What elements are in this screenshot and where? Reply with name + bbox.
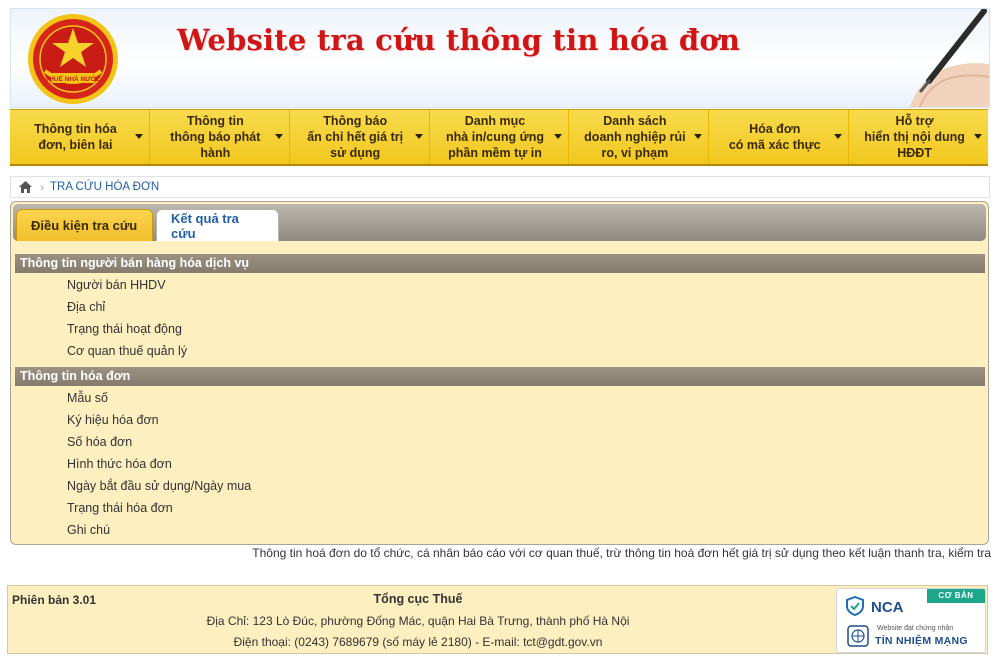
nav-expired-notice[interactable]: Thông báo ấn chỉ hết giá trị sử dụng (290, 110, 430, 164)
nav-label: Thông báo ấn chỉ hết giá trị sử dụng (307, 114, 404, 160)
site-title: Website tra cứu thông tin hóa đơn (177, 23, 741, 57)
nav-risk-enterprises[interactable]: Danh sách doanh nghiệp rủi ro, vi phạm (569, 110, 710, 164)
main-nav: Thông tin hóa đơn, biên lai Thông tin th… (10, 109, 988, 166)
disclaimer-notice: Thông tin hoá đơn do tổ chức, cá nhân bá… (252, 546, 991, 560)
nav-printer-list[interactable]: Danh mục nhà in/cung ứng phần mềm tự in (430, 110, 570, 164)
seller-section-header: Thông tin người bán hàng hóa dịch vụ (15, 254, 985, 273)
field-invoice-number: Số hóa đơn (67, 435, 133, 449)
field-start-date: Ngày bắt đầu sử dụng/Ngày mua (67, 479, 252, 493)
nca-logo: NCA (871, 599, 904, 616)
field-form-number: Mẫu số (67, 391, 108, 405)
field-seller-name: Người bán HHDV (67, 278, 166, 292)
nav-label: Hóa đơn có mã xác thực (728, 122, 821, 152)
nav-einvoice-support[interactable]: Hỗ trợ hiển thị nội dung HĐĐT (849, 110, 988, 164)
nca-title: TÍN NHIỆM MẠNG (875, 635, 968, 647)
tax-emblem-logo: THUẾ NHÀ NƯỚC (28, 14, 118, 104)
field-tax-authority: Cơ quan thuế quản lý (67, 344, 188, 358)
tab-bar: Điều kiện tra cứu Kết quả tra cứu (13, 204, 986, 241)
footer-org: Tổng cục Thuế (373, 592, 463, 606)
field-notes: Ghi chú (67, 523, 111, 537)
field-invoice-symbol: Ký hiệu hóa đơn (67, 413, 159, 427)
pen-hand-illustration (909, 9, 989, 107)
chevron-down-icon (834, 134, 843, 139)
field-invoice-status: Trạng thái hóa đơn (67, 501, 173, 515)
results-panel: Điều kiện tra cứu Kết quả tra cứu Thông … (10, 201, 989, 545)
nav-label: Danh mục nhà in/cung ứng phần mềm tự in (446, 114, 544, 160)
nca-level-badge: CƠ BẢN (927, 589, 985, 603)
breadcrumb: › TRA CỨU HÓA ĐƠN (10, 176, 990, 198)
nca-subtitle: Website đạt chứng nhận (877, 625, 954, 632)
breadcrumb-separator-icon: › (40, 180, 44, 194)
field-operating-status: Trạng thái hoạt động (67, 322, 182, 336)
tab-search-results[interactable]: Kết quả tra cứu (156, 209, 279, 241)
nav-issuance-notice[interactable]: Thông tin thông báo phát hành (150, 110, 290, 164)
chevron-down-icon (554, 134, 563, 139)
chevron-down-icon (274, 134, 283, 139)
chevron-down-icon (414, 134, 423, 139)
field-invoice-type: Hình thức hóa đơn (67, 457, 172, 471)
home-icon[interactable] (19, 181, 32, 193)
certificate-icon (847, 625, 869, 647)
nav-label: Thông tin hóa đơn, biên lai (34, 122, 117, 152)
shield-icon (846, 596, 864, 616)
header-banner: THUẾ NHÀ NƯỚC Website tra cứu thông tin … (10, 8, 990, 108)
nav-invoice-info[interactable]: Thông tin hóa đơn, biên lai (10, 110, 150, 164)
tab-search-conditions[interactable]: Điều kiện tra cứu (16, 209, 153, 241)
footer-contact: Điện thoại: (0243) 7689679 (số máy lẻ 21… (233, 635, 603, 649)
breadcrumb-current[interactable]: TRA CỨU HÓA ĐƠN (50, 181, 159, 193)
chevron-down-icon (694, 134, 703, 139)
nca-trust-badge[interactable]: CƠ BẢN NCA Website đạt chứng nhận TÍN NH… (836, 588, 986, 653)
nav-label: Hỗ trợ hiển thị nội dung HĐĐT (864, 114, 965, 160)
footer-address: Địa Chỉ: 123 Lò Đúc, phường Đống Mác, qu… (206, 614, 630, 628)
field-seller-address: Địa chỉ (67, 300, 106, 314)
footer: Phiên bản 3.01 Tổng cục Thuế Địa Chỉ: 12… (7, 585, 988, 654)
invoice-section-header: Thông tin hóa đơn (15, 367, 985, 386)
chevron-down-icon (974, 134, 983, 139)
nav-authenticated-invoice[interactable]: Hóa đơn có mã xác thực (709, 110, 850, 164)
chevron-down-icon (134, 134, 143, 139)
nav-label: Danh sách doanh nghiệp rủi ro, vi phạm (584, 114, 686, 160)
nav-label: Thông tin thông báo phát hành (170, 114, 261, 160)
